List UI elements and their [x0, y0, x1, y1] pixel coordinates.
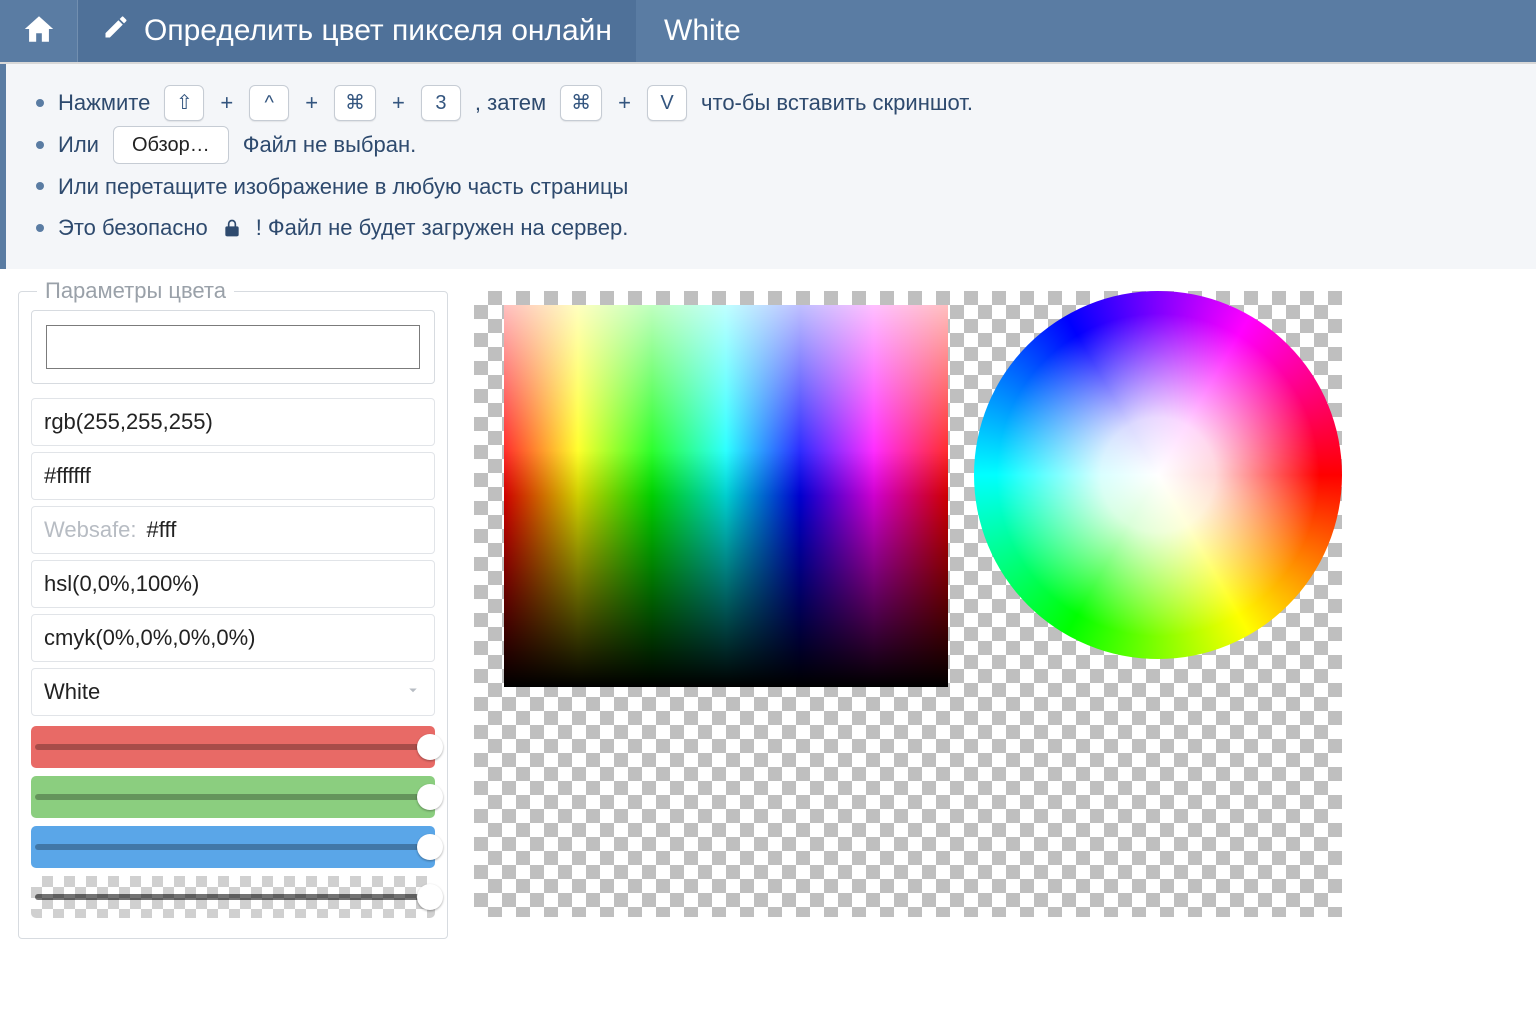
slider-thumb[interactable] — [417, 884, 443, 910]
color-wheel[interactable] — [974, 291, 1342, 659]
key-cmd: ⌘ — [334, 85, 376, 121]
info-line-shortcut: Нажмите ⇧ + ^ + ⌘ + 3 , затем ⌘ + V что-… — [26, 82, 1516, 124]
color-swatch[interactable] — [46, 325, 420, 369]
websafe-value: #fff — [147, 517, 177, 543]
file-status: Файл не выбран. — [243, 124, 417, 166]
slider-blue[interactable] — [31, 826, 435, 868]
bullet-icon — [36, 182, 44, 190]
info-line-safe: Это безопасно ! Файл не будет загружен н… — [26, 207, 1516, 249]
key-shift: ⇧ — [164, 85, 204, 121]
app-header: Определить цвет пикселя онлайн White — [0, 0, 1536, 62]
info-line-browse: Или Обзор… Файл не выбран. — [26, 124, 1516, 166]
slider-green[interactable] — [31, 776, 435, 818]
home-icon — [22, 12, 56, 51]
panel-legend: Параметры цвета — [37, 278, 234, 304]
info-panel: Нажмите ⇧ + ^ + ⌘ + 3 , затем ⌘ + V что-… — [0, 64, 1536, 269]
bullet-icon — [36, 224, 44, 232]
cmyk-input[interactable] — [31, 614, 435, 662]
browse-button[interactable]: Обзор… — [113, 126, 229, 164]
slider-thumb[interactable] — [417, 834, 443, 860]
slider-red[interactable] — [31, 726, 435, 768]
color-params-panel: Параметры цвета Websafe: #fff White — [18, 291, 448, 939]
swatch-container — [31, 310, 435, 384]
key-ctrl: ^ — [249, 85, 289, 121]
color-name-value: White — [44, 679, 100, 705]
home-button[interactable] — [0, 0, 78, 62]
slider-alpha[interactable] — [31, 876, 435, 918]
key-3: 3 — [421, 85, 461, 121]
key-v: V — [647, 85, 687, 121]
websafe-row: Websafe: #fff — [31, 506, 435, 554]
pencil-icon — [102, 13, 130, 49]
lock-icon — [222, 218, 242, 238]
bullet-icon — [36, 99, 44, 107]
slider-thumb[interactable] — [417, 734, 443, 760]
color-name-select[interactable]: White — [31, 668, 435, 716]
page-title: Определить цвет пикселя онлайн — [144, 14, 612, 48]
websafe-label: Websafe: — [44, 517, 137, 543]
page-title-block[interactable]: Определить цвет пикселя онлайн — [78, 0, 636, 62]
info-line-drag: Или перетащите изображение в любую часть… — [26, 166, 1516, 208]
chevron-down-icon — [404, 679, 422, 705]
hex-input[interactable] — [31, 452, 435, 500]
slider-thumb[interactable] — [417, 784, 443, 810]
canvas-area — [474, 291, 1518, 917]
key-cmd2: ⌘ — [560, 85, 602, 121]
bullet-icon — [36, 141, 44, 149]
rgb-input[interactable] — [31, 398, 435, 446]
hsl-input[interactable] — [31, 560, 435, 608]
current-color-name: White — [636, 0, 769, 62]
hue-saturation-rect[interactable] — [504, 305, 948, 687]
image-canvas[interactable] — [474, 291, 1342, 917]
